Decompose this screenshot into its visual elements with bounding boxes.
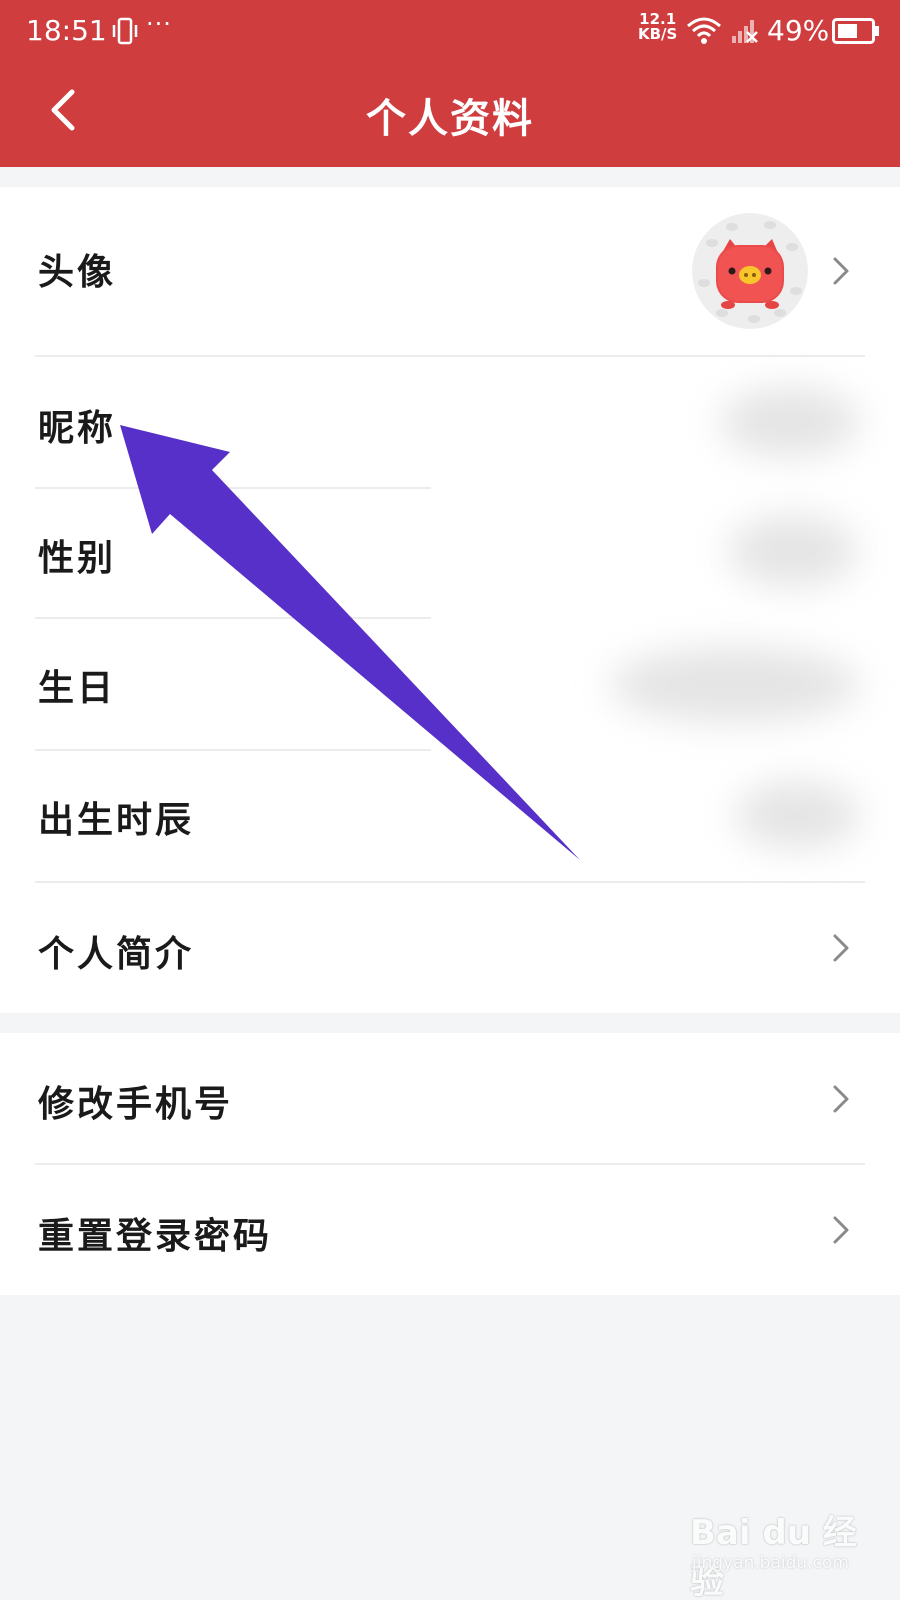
birth-hour-value-blurred [735,781,860,849]
vibrate-icon [110,16,140,50]
profile-info-section: 头像 昵称 性别 生日 出生时辰 个人简介 [0,187,900,1013]
avatar-row[interactable]: 头像 [0,187,900,355]
nickname-row[interactable]: 昵称 [0,357,900,487]
chevron-right-icon [833,934,849,962]
status-time: 18:51 [26,14,107,47]
birthday-row[interactable]: 生日 [0,619,900,749]
page-title: 个人资料 [366,95,534,142]
battery-icon [832,18,880,48]
watermark-url: jingyan.baidu.com [692,1553,849,1573]
chevron-right-icon [833,257,849,285]
network-speed-unit: KB/S [638,25,678,43]
avatar-label: 头像 [38,251,117,293]
battery-level: 49% [767,14,830,47]
bio-label: 个人简介 [38,933,195,975]
pig-avatar-image [692,213,808,329]
birthday-label: 生日 [38,667,117,709]
app-header: 18:51 ··· 12.1 KB/S 49% 个人资料 [0,0,900,167]
bio-row[interactable]: 个人简介 [0,883,900,1013]
avatar[interactable] [692,213,808,329]
chevron-right-icon [833,1216,849,1244]
nickname-value-blurred [720,387,860,457]
gender-value-blurred [728,515,858,587]
change-phone-row[interactable]: 修改手机号 [0,1033,900,1163]
chevron-right-icon [833,1085,849,1113]
baidu-jingyan-watermark: Bai du 经验 jingyan.baidu.com [690,1505,880,1600]
birth-hour-label: 出生时辰 [38,799,195,841]
cellular-signal-icon [730,16,760,50]
birth-hour-row[interactable]: 出生时辰 [0,751,900,881]
network-speed: 12.1 KB/S [638,12,677,42]
reset-password-label: 重置登录密码 [38,1215,273,1257]
navigation-bar: 个人资料 [0,62,900,167]
birthday-value-blurred [610,647,860,723]
gender-label: 性别 [38,537,117,579]
wifi-icon [686,16,722,50]
change-phone-label: 修改手机号 [38,1083,234,1125]
nickname-label: 昵称 [38,407,117,449]
account-section: 修改手机号 重置登录密码 [0,1033,900,1295]
more-notifications-icon: ··· [146,10,172,38]
gender-row[interactable]: 性别 [0,489,900,617]
status-bar: 18:51 ··· 12.1 KB/S 49% [0,0,900,62]
reset-password-row[interactable]: 重置登录密码 [0,1165,900,1295]
